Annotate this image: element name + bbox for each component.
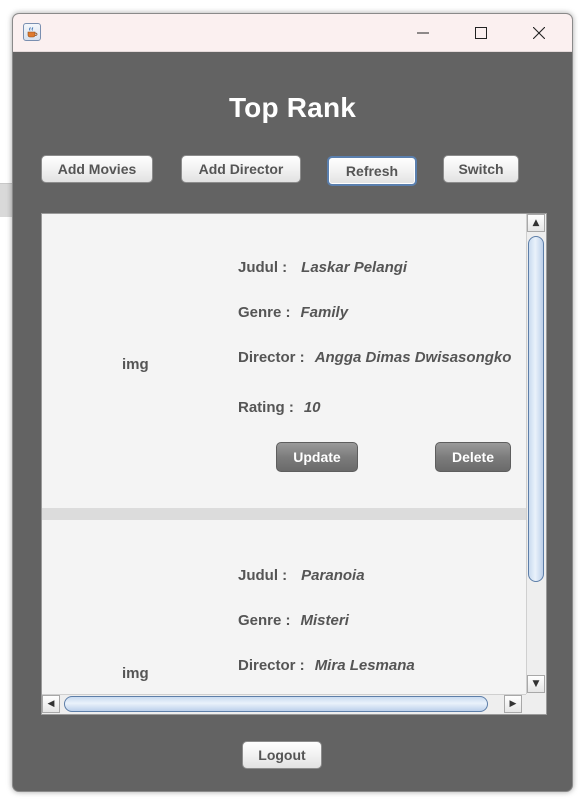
app-window: Top Rank Add Movies Add Director Refresh… (12, 13, 573, 792)
judul-label: Judul : (238, 567, 288, 584)
rating-value: 10 (303, 399, 321, 416)
genre-label: Genre : (238, 304, 291, 321)
page-title: Top Rank (228, 92, 357, 123)
movie-image-placeholder: img (122, 356, 149, 373)
genre-value: Family (300, 304, 349, 321)
movie-card: img Judul : Paranoia Genre : Misteri Direc… (42, 520, 526, 694)
logout-button[interactable]: Logout (242, 741, 322, 769)
arrow-right-icon: ▶ (509, 699, 517, 709)
update-button[interactable]: Update (276, 442, 358, 472)
switch-button[interactable]: Switch (443, 155, 519, 183)
movie-list-scrollpane[interactable]: img Judul : Laskar Pelangi Genre : Family … (41, 213, 547, 715)
vertical-scrollbar[interactable]: ▲ ▼ (526, 214, 546, 694)
title-bar[interactable] (13, 14, 572, 52)
card-separator (42, 508, 526, 520)
rating-label: Rating : (238, 399, 294, 416)
rating-field: Rating : 10 (238, 399, 321, 416)
movie-image-placeholder: img (122, 665, 149, 682)
scroll-corner (526, 694, 546, 714)
judul-field: Judul : Paranoia (238, 567, 365, 584)
judul-value: Laskar Pelangi (301, 259, 408, 276)
movie-list-viewport: img Judul : Laskar Pelangi Genre : Family … (42, 214, 526, 694)
scroll-up-button[interactable]: ▲ (527, 214, 545, 232)
close-button[interactable] (511, 14, 567, 51)
arrow-up-icon: ▲ (532, 218, 540, 228)
horizontal-scrollbar[interactable]: ◀ ▶ (42, 694, 526, 714)
vertical-scroll-thumb[interactable] (528, 236, 544, 582)
director-value: Mira Lesmana (314, 657, 415, 674)
genre-value: Misteri (300, 612, 349, 629)
java-cup-icon[interactable] (23, 23, 41, 41)
scroll-left-button[interactable]: ◀ (42, 695, 60, 713)
genre-label: Genre : (238, 612, 291, 629)
maximize-button[interactable] (453, 14, 509, 51)
genre-field: Genre : Family (238, 304, 348, 321)
scroll-down-button[interactable]: ▼ (527, 675, 545, 693)
director-label: Director : (238, 349, 305, 366)
refresh-button[interactable]: Refresh (327, 156, 417, 186)
director-field: Director : Mira Lesmana (238, 657, 415, 674)
delete-button[interactable]: Delete (435, 442, 511, 472)
add-director-button[interactable]: Add Director (181, 155, 301, 183)
director-field: Director : Angga Dimas Dwisasongko (238, 349, 512, 366)
judul-field: Judul : Laskar Pelangi (238, 259, 407, 276)
genre-field: Genre : Misteri (238, 612, 349, 629)
judul-value: Paranoia (301, 567, 365, 584)
horizontal-scroll-thumb[interactable] (64, 696, 488, 712)
movie-card: img Judul : Laskar Pelangi Genre : Family … (42, 214, 526, 508)
minimize-icon (417, 32, 429, 33)
director-label: Director : (238, 657, 305, 674)
arrow-down-icon: ▼ (532, 679, 540, 689)
minimize-button[interactable] (395, 14, 451, 51)
judul-label: Judul : (238, 259, 288, 276)
add-movies-button[interactable]: Add Movies (41, 155, 153, 183)
director-value: Angga Dimas Dwisasongko (314, 349, 512, 366)
scroll-right-button[interactable]: ▶ (504, 695, 522, 713)
arrow-left-icon: ◀ (47, 699, 55, 709)
close-icon (533, 26, 545, 39)
maximize-icon (475, 26, 487, 39)
